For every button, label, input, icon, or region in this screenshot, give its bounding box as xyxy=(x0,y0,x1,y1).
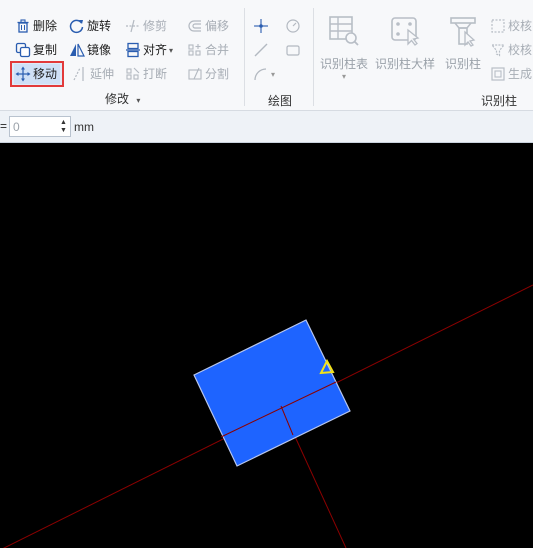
mirror-label: 镜像 xyxy=(87,43,112,57)
check1-label: 校核 xyxy=(508,19,533,33)
split-button[interactable]: 分割 xyxy=(187,64,229,84)
ribbon-toolbar: 删除 旋转 修剪 偏移 复制 镜像 对齐 ▾ 合并 移动 延伸 打断 分割 修改… xyxy=(0,0,533,111)
extend-label: 延伸 xyxy=(90,67,115,81)
move-button[interactable]: 移动 xyxy=(10,61,65,87)
check-icon xyxy=(490,18,506,34)
draw-rect-button[interactable] xyxy=(285,40,303,60)
options-bar: = ▲ ▼ mm xyxy=(0,111,533,143)
break-button[interactable]: 打断 xyxy=(125,64,167,84)
move-label: 移动 xyxy=(33,67,58,81)
draw-line-button[interactable] xyxy=(253,40,271,60)
rotate-icon xyxy=(69,18,85,34)
column-table-icon xyxy=(327,14,361,51)
extend-button[interactable]: 延伸 xyxy=(72,64,114,84)
offset-value-input[interactable] xyxy=(10,119,58,134)
delete-icon xyxy=(15,18,31,34)
extend-icon xyxy=(72,66,88,82)
draw-group-label: 绘图 xyxy=(268,94,293,108)
recognize-group-label: 识别柱 xyxy=(481,94,518,108)
offset-icon xyxy=(187,18,203,34)
column-table-label: 识别柱表 xyxy=(319,57,368,71)
divider xyxy=(244,8,245,106)
recognize-column-button[interactable]: 识别柱 xyxy=(440,14,486,72)
column-detail-icon xyxy=(388,14,422,51)
generate-button[interactable]: 生成 xyxy=(490,64,532,84)
trim-button[interactable]: 修剪 xyxy=(125,16,167,36)
align-icon xyxy=(125,42,141,58)
chevron-down-icon: ▾ xyxy=(169,45,174,55)
check-filter-icon xyxy=(490,42,506,58)
check-button-1[interactable]: 校核 xyxy=(490,16,532,36)
recognize-column-detail-button[interactable]: 识别柱大样 xyxy=(374,14,436,72)
align-label: 对齐 xyxy=(143,43,168,57)
draw-arc-button[interactable]: ▾ xyxy=(253,64,275,84)
unit-label: mm xyxy=(74,120,94,134)
offset-label: 偏移 xyxy=(205,19,230,33)
modify-group-title[interactable]: 修改 ▾ xyxy=(105,90,140,107)
offset-spinbox[interactable]: ▲ ▼ xyxy=(9,116,71,137)
chevron-down-icon: ▾ xyxy=(341,72,346,81)
spin-arrows[interactable]: ▲ ▼ xyxy=(60,119,67,135)
recognize-column-table-button[interactable]: 识别柱表 ▾ xyxy=(318,14,370,81)
split-label: 分割 xyxy=(205,67,230,81)
trim-icon xyxy=(125,18,141,34)
generate-label: 生成 xyxy=(508,67,533,81)
copy-icon xyxy=(15,42,31,58)
merge-button[interactable]: 合并 xyxy=(187,40,229,60)
delete-button[interactable]: 删除 xyxy=(15,16,57,36)
divider xyxy=(313,8,314,106)
merge-icon xyxy=(187,42,203,58)
merge-label: 合并 xyxy=(205,43,230,57)
circle-icon xyxy=(285,18,301,34)
chevron-down-icon: ▾ xyxy=(136,96,141,105)
drawing-canvas[interactable] xyxy=(0,143,533,548)
generate-icon xyxy=(490,66,506,82)
check2-label: 校核 xyxy=(508,43,533,57)
move-icon xyxy=(15,66,31,82)
spin-up-icon[interactable]: ▲ xyxy=(60,119,67,127)
break-icon xyxy=(125,66,141,82)
chevron-down-icon: ▾ xyxy=(271,69,276,79)
modify-group-label: 修改 xyxy=(105,92,130,106)
offset-prefix: = xyxy=(0,119,8,133)
point-icon xyxy=(253,18,269,34)
draw-point-button[interactable] xyxy=(253,16,271,36)
check-button-2[interactable]: 校核 xyxy=(490,40,532,60)
split-icon xyxy=(187,66,203,82)
offset-button[interactable]: 偏移 xyxy=(187,16,229,36)
mirror-button[interactable]: 镜像 xyxy=(69,40,111,60)
selected-column[interactable] xyxy=(193,319,351,467)
copy-button[interactable]: 复制 xyxy=(15,40,57,60)
mirror-icon xyxy=(69,42,85,58)
line-icon xyxy=(253,42,269,58)
spin-down-icon[interactable]: ▼ xyxy=(60,127,67,135)
delete-label: 删除 xyxy=(33,19,58,33)
break-label: 打断 xyxy=(143,67,168,81)
column-detail-label: 识别柱大样 xyxy=(374,57,435,71)
rectangle-icon xyxy=(285,42,301,58)
align-button[interactable]: 对齐 ▾ xyxy=(125,40,173,60)
rotate-button[interactable]: 旋转 xyxy=(69,16,111,36)
column-label: 识别柱 xyxy=(444,57,481,71)
draw-circle-button[interactable] xyxy=(285,16,303,36)
copy-label: 复制 xyxy=(33,43,58,57)
rotate-label: 旋转 xyxy=(87,19,112,33)
arc-icon xyxy=(253,66,269,82)
trim-label: 修剪 xyxy=(143,19,168,33)
column-icon xyxy=(446,14,480,51)
